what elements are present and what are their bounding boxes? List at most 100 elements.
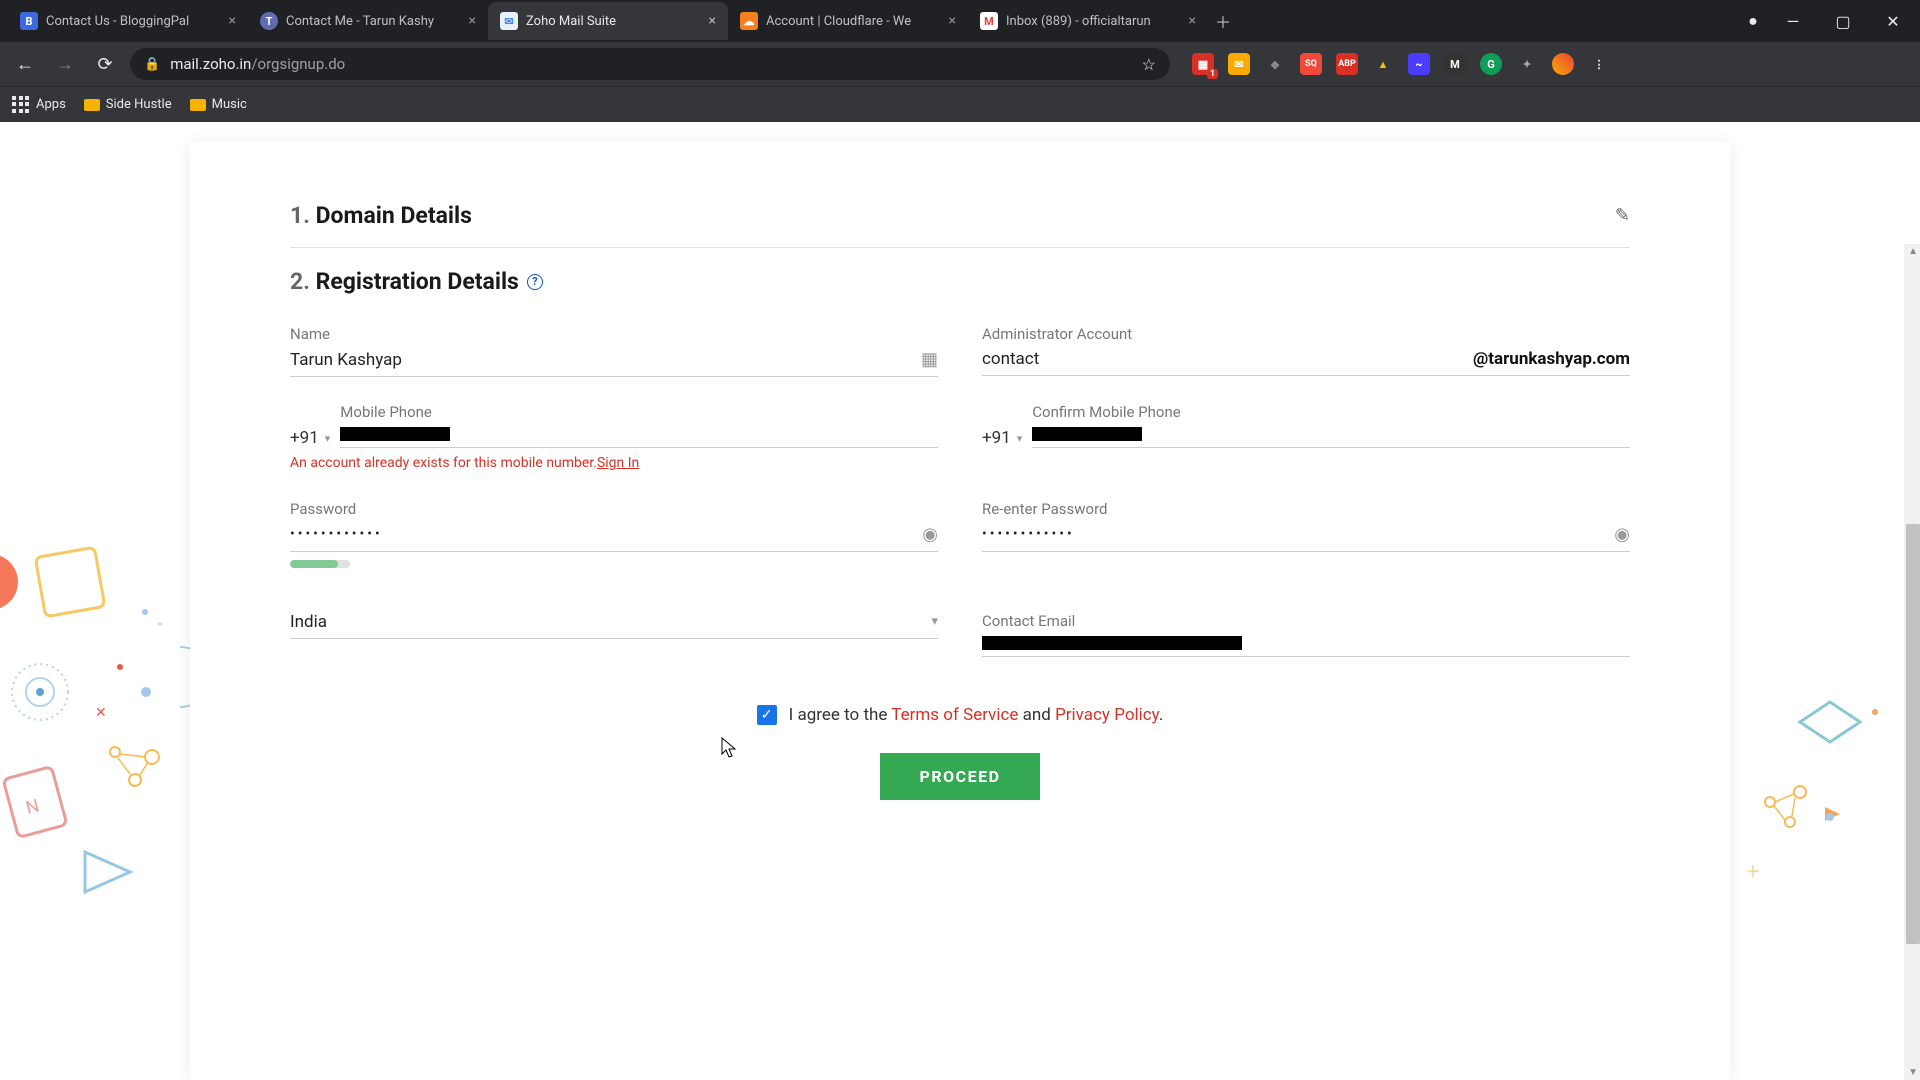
field-label: Name <box>290 325 938 343</box>
forward-button[interactable]: → <box>50 49 80 79</box>
agree-text: I agree to the Terms of Service and Priv… <box>789 705 1164 725</box>
tab-2[interactable]: ✉ Zoho Mail Suite × <box>488 2 728 40</box>
tab-4[interactable]: M Inbox (889) - officialtarun × <box>968 2 1208 40</box>
maximize-icon[interactable]: ▢ <box>1820 5 1866 37</box>
admin-input[interactable]: contact <box>982 349 1467 369</box>
lock-icon: 🔒 <box>144 57 160 72</box>
scroll-up-icon[interactable]: ▲ <box>1908 246 1918 257</box>
privacy-policy-link[interactable]: Privacy Policy <box>1055 705 1159 725</box>
close-icon[interactable]: × <box>1189 13 1196 29</box>
extensions-menu-icon[interactable]: ✦ <box>1516 53 1538 75</box>
close-icon[interactable]: × <box>949 13 956 29</box>
mobile-input[interactable] <box>340 427 450 441</box>
confirm-mobile-input[interactable] <box>1032 427 1142 441</box>
tab-title: Account | Cloudflare - We <box>766 14 941 29</box>
minimize-icon[interactable]: — <box>1770 5 1816 37</box>
scrollbar-track[interactable]: ▲ ▼ <box>1904 244 1920 1080</box>
bookmark-star-icon[interactable]: ☆ <box>1142 55 1156 74</box>
error-message: An account already exists for this mobil… <box>290 454 938 474</box>
proceed-button[interactable]: PROCEED <box>880 753 1041 800</box>
extension-icon[interactable]: ✉ <box>1228 53 1250 75</box>
decorative-shapes-left: ✕ N <box>0 542 200 1042</box>
tab-1[interactable]: T Contact Me - Tarun Kashy × <box>248 2 488 40</box>
domain-suffix: @tarunkashyap.com <box>1473 349 1630 369</box>
password-field[interactable]: Password •••••••••••• ◉ <box>290 500 938 568</box>
name-input[interactable]: Tarun Kashyap <box>290 350 921 370</box>
admin-account-field[interactable]: Administrator Account contact @tarunkash… <box>982 325 1630 377</box>
tab-title: Contact Me - Tarun Kashy <box>286 14 461 29</box>
scrollbar-thumb[interactable] <box>1906 524 1920 944</box>
scroll-down-icon[interactable]: ▼ <box>1908 1067 1918 1078</box>
password-input[interactable]: •••••••••••• <box>290 526 922 542</box>
page-content: ✕ N ＋ 1. Domain Details <box>0 122 1920 1080</box>
chevron-down-icon: ▾ <box>931 614 938 629</box>
tab-3[interactable]: ☁ Account | Cloudflare - We × <box>728 2 968 40</box>
show-password-icon[interactable]: ◉ <box>922 524 938 545</box>
back-button[interactable]: ← <box>10 49 40 79</box>
mobile-phone-field[interactable]: +91▾ Mobile Phone An account already exi… <box>290 403 938 474</box>
extension-icon[interactable]: ◆ <box>1264 53 1286 75</box>
tab-0[interactable]: B Contact Us - BloggingPal × <box>8 2 248 40</box>
country-select[interactable]: India <box>290 612 931 632</box>
tab-bar: B Contact Us - BloggingPal × T Contact M… <box>0 0 1920 42</box>
terms-of-service-link[interactable]: Terms of Service <box>891 705 1018 725</box>
id-card-icon: ▦ <box>921 349 938 370</box>
decorative-shapes-right: ＋ <box>1740 682 1920 982</box>
agree-checkbox[interactable]: ✓ <box>757 705 777 725</box>
extension-icon[interactable]: ▲ <box>1372 53 1394 75</box>
kebab-menu-icon[interactable]: ⋮ <box>1588 53 1610 75</box>
svg-text:✕: ✕ <box>95 705 107 721</box>
bookmark-music[interactable]: Music <box>190 97 247 112</box>
registration-details-header: 2. Registration Details ? <box>290 268 1630 295</box>
browser-chrome: B Contact Us - BloggingPal × T Contact M… <box>0 0 1920 122</box>
reenter-password-field[interactable]: Re-enter Password •••••••••••• ◉ <box>982 500 1630 568</box>
extension-icon[interactable]: ABP <box>1336 53 1358 75</box>
account-icon[interactable]: ● <box>1740 5 1766 37</box>
country-code-select[interactable]: +91▾ <box>982 428 1022 448</box>
country-code-select[interactable]: +91▾ <box>290 428 330 448</box>
apps-button[interactable]: Apps <box>12 96 66 114</box>
reload-button[interactable]: ⟳ <box>90 49 120 79</box>
svg-text:N: N <box>24 795 42 819</box>
country-field[interactable]: India ▾ <box>290 612 938 657</box>
sign-in-link[interactable]: Sign In <box>597 455 639 471</box>
confirm-mobile-field[interactable]: +91▾ Confirm Mobile Phone <box>982 403 1630 474</box>
apps-grid-icon <box>12 96 30 114</box>
tab-title: Contact Us - BloggingPal <box>46 14 221 29</box>
edit-icon[interactable]: ✎ <box>1615 205 1630 226</box>
contact-email-input[interactable] <box>982 636 1242 650</box>
field-label: Confirm Mobile Phone <box>1032 403 1630 421</box>
address-bar-row: ← → ⟳ 🔒 mail.zoho.in/orgsignup.do ☆ ▦1 ✉… <box>0 42 1920 86</box>
extensions-row: ▦1 ✉ ◆ SQ ABP ▲ ~ M G ✦ ⋮ <box>1192 53 1610 75</box>
section-title: 2. Registration Details <box>290 268 519 295</box>
favicon-icon: B <box>20 12 38 30</box>
extension-icon[interactable]: ~ <box>1408 53 1430 75</box>
extension-icon[interactable]: M <box>1444 53 1466 75</box>
signup-card: 1. Domain Details ✎ 2. Registration Deta… <box>190 142 1730 1080</box>
field-label: Administrator Account <box>982 325 1630 343</box>
password-strength <box>290 560 350 568</box>
extension-icon[interactable]: G <box>1480 53 1502 75</box>
extension-icon[interactable]: SQ <box>1300 53 1322 75</box>
close-icon[interactable]: × <box>709 13 716 29</box>
help-icon[interactable]: ? <box>527 274 543 290</box>
url-text: mail.zoho.in/orgsignup.do <box>170 55 1131 73</box>
new-tab-button[interactable]: ＋ <box>1208 9 1238 33</box>
show-password-icon[interactable]: ◉ <box>1614 524 1630 545</box>
close-icon[interactable]: × <box>229 13 236 29</box>
close-icon[interactable]: × <box>469 13 476 29</box>
tab-title: Inbox (889) - officialtarun <box>1006 14 1181 29</box>
chevron-down-icon: ▾ <box>1017 432 1023 445</box>
close-window-icon[interactable]: ✕ <box>1870 5 1916 37</box>
favicon-icon: M <box>980 12 998 30</box>
reenter-password-input[interactable]: •••••••••••• <box>982 526 1614 542</box>
contact-email-field[interactable]: Contact Email <box>982 612 1630 657</box>
field-label: Contact Email <box>982 612 1630 630</box>
address-bar[interactable]: 🔒 mail.zoho.in/orgsignup.do ☆ <box>130 48 1170 80</box>
registration-form: Name Tarun Kashyap ▦ Administrator Accou… <box>290 325 1630 657</box>
section-title: 1. Domain Details <box>290 202 472 229</box>
bookmark-side-hustle[interactable]: Side Hustle <box>84 97 172 112</box>
name-field[interactable]: Name Tarun Kashyap ▦ <box>290 325 938 377</box>
extension-icon[interactable]: ▦1 <box>1192 53 1214 75</box>
profile-avatar[interactable] <box>1552 53 1574 75</box>
